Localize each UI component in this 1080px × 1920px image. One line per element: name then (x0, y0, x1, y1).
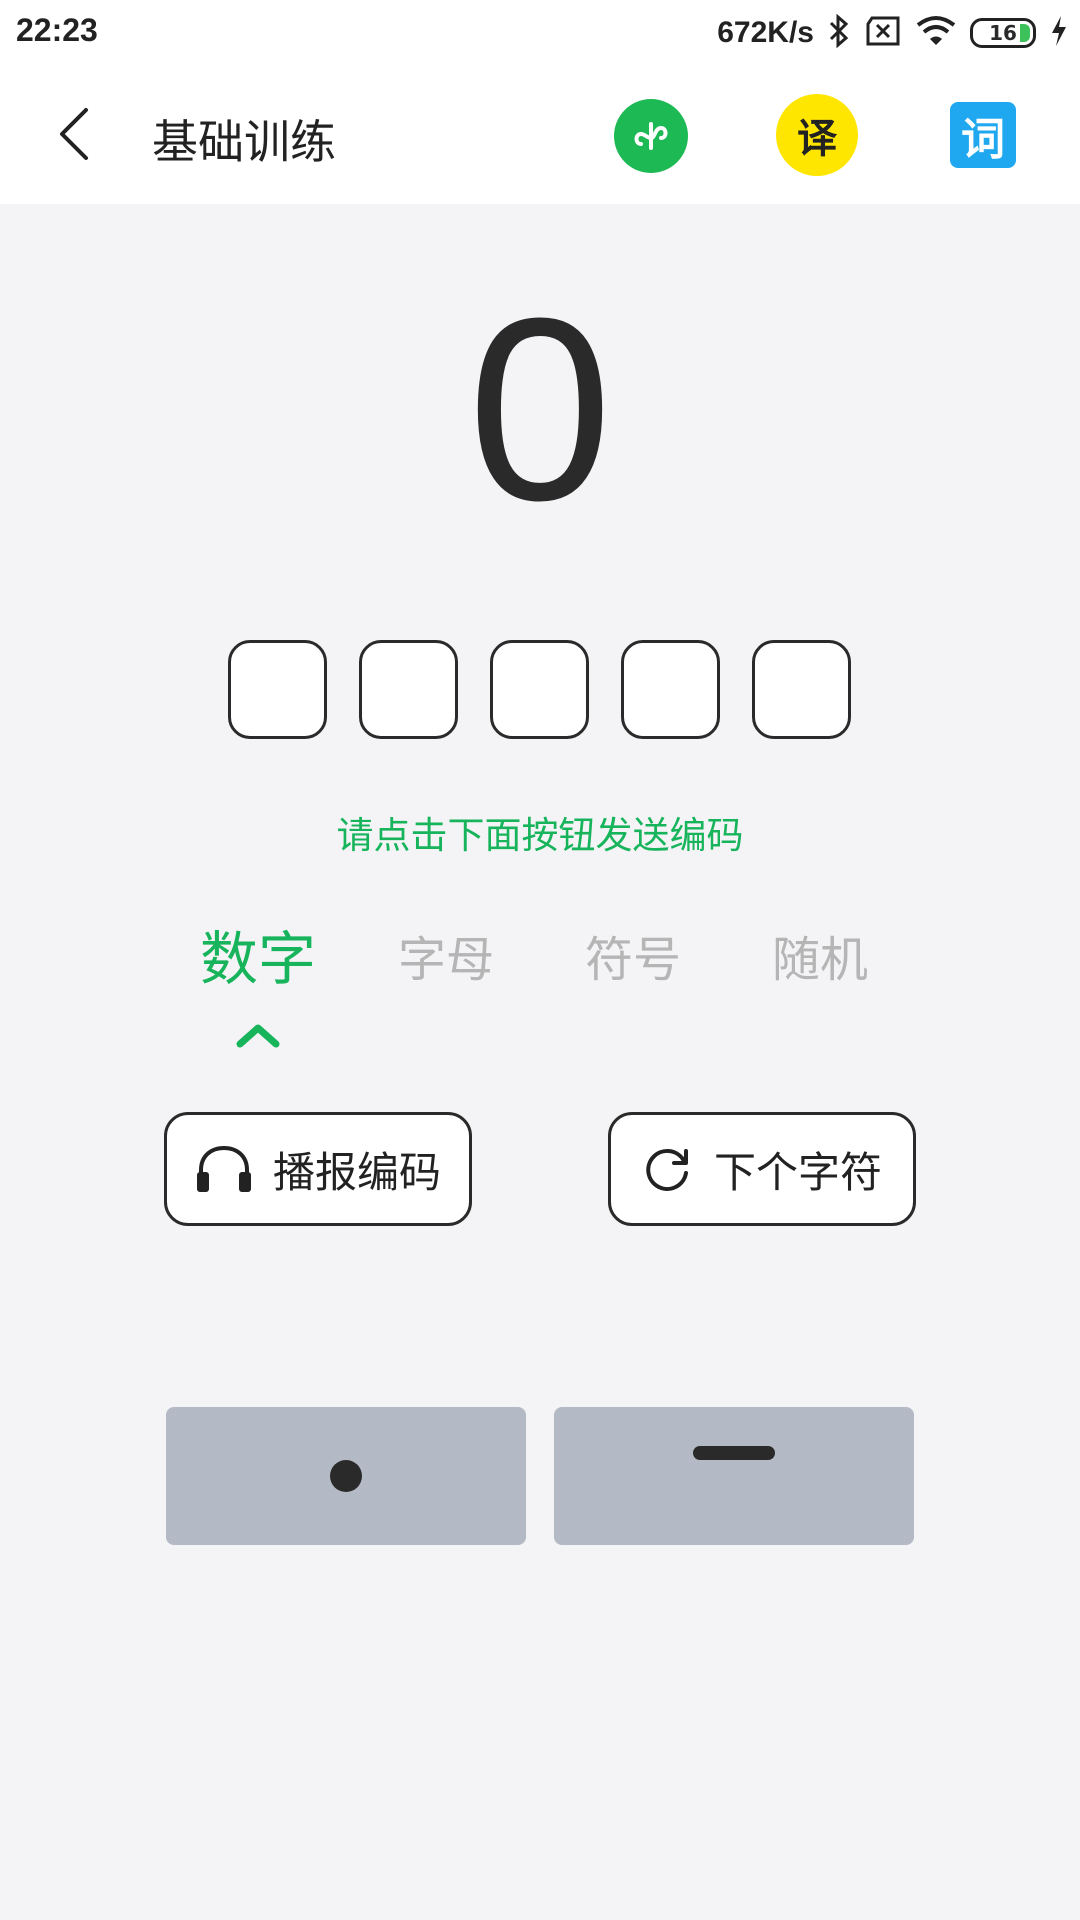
dash-key[interactable] (554, 1407, 914, 1545)
dot-key[interactable] (166, 1407, 526, 1545)
code-slot (228, 640, 327, 739)
translate-button[interactable]: 译 (776, 94, 858, 176)
dictionary-label: 词 (961, 114, 1005, 165)
next-char-label: 下个字符 (713, 1147, 882, 1197)
dash-icon (693, 1446, 775, 1460)
refresh-icon (646, 1148, 688, 1191)
battery-level: 16 (989, 21, 1017, 45)
next-char-button[interactable]: 下个字符 (608, 1112, 916, 1226)
network-speed: 672K/s (717, 16, 814, 49)
play-code-label: 播报编码 (272, 1147, 441, 1197)
status-icons: 672K/s 16 (717, 10, 1068, 56)
code-slot (752, 640, 851, 739)
dictionary-button[interactable]: 词 (950, 102, 1016, 168)
code-slot (490, 640, 589, 739)
bluetooth-icon (828, 13, 850, 52)
app-bar: 基础训练 译 词 (0, 66, 1080, 204)
sim-off-icon (864, 16, 902, 50)
play-code-button[interactable]: 播报编码 (164, 1112, 472, 1226)
code-slot (621, 640, 720, 739)
tab-letters[interactable]: 字母 (376, 920, 516, 990)
charging-icon (1050, 15, 1068, 51)
translate-label: 译 (797, 116, 837, 162)
wifi-icon (916, 15, 956, 51)
tab-numbers[interactable]: 数字 (188, 912, 328, 996)
back-button[interactable] (50, 104, 110, 164)
tab-random[interactable]: 随机 (750, 920, 890, 990)
tab-symbols[interactable]: 符号 (563, 920, 703, 990)
chevron-up-icon (236, 1024, 280, 1048)
status-bar: 22:23 672K/s 16 (0, 0, 1080, 66)
hint-text: 请点击下面按钮发送编码 (336, 814, 744, 857)
mini-program-icon (634, 122, 668, 150)
page-title: 基础训练 (152, 115, 336, 169)
battery-icon: 16 (970, 18, 1036, 48)
chevron-left-icon (60, 108, 88, 160)
headphones-icon (196, 1145, 251, 1192)
category-tabs: 数字 字母 符号 随机 (0, 920, 1080, 1050)
code-slots (228, 640, 851, 739)
dot-icon (330, 1460, 362, 1492)
status-time: 22:23 (16, 12, 98, 48)
mini-program-button[interactable] (614, 99, 688, 173)
current-character: 0 (467, 265, 613, 555)
code-slot (359, 640, 458, 739)
